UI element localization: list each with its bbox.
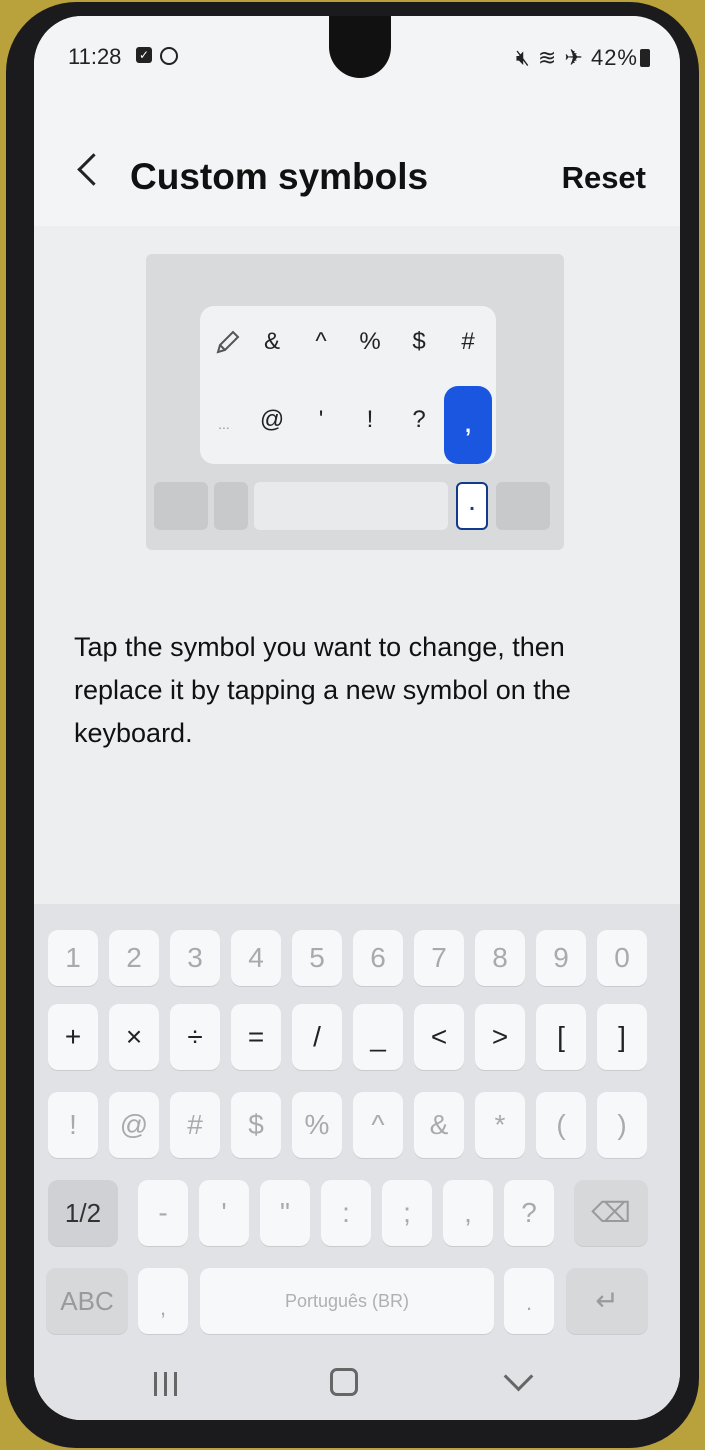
nav-back-icon[interactable] <box>503 1361 534 1392</box>
popup-symbol[interactable]: $ <box>399 322 439 362</box>
symbol-key[interactable]: ] <box>597 1004 647 1070</box>
symbol-key[interactable]: 9 <box>536 930 586 986</box>
page-title: Custom symbols <box>130 156 429 197</box>
home-icon[interactable] <box>330 1368 358 1396</box>
status-time: 11:28 <box>68 44 122 69</box>
mini-key <box>496 482 550 530</box>
backspace-key[interactable]: ⌫ <box>574 1180 648 1246</box>
symbol-key[interactable]: 7 <box>414 930 464 986</box>
enter-icon: ↵ <box>595 1285 619 1316</box>
abc-key[interactable]: ABC <box>46 1268 128 1334</box>
symbol-key[interactable]: - <box>138 1180 188 1246</box>
symbol-key[interactable]: $ <box>231 1092 281 1158</box>
popup-symbol[interactable]: ' <box>301 400 341 440</box>
symbol-key[interactable]: ' <box>199 1180 249 1246</box>
sync-icon <box>160 47 178 65</box>
symbol-key[interactable]: ! <box>48 1092 98 1158</box>
status-right: 🔇︎ ≋ ✈ 42% <box>516 45 650 71</box>
camera-notch <box>329 16 391 78</box>
instruction-text: Tap the symbol you want to change, then … <box>74 632 571 748</box>
space-key[interactable]: Português (BR) <box>200 1268 494 1334</box>
screen: 11:28 ✓ 🔇︎ ≋ ✈ 42% Custom symbols Reset <box>34 16 680 1420</box>
symbol-key[interactable]: 8 <box>475 930 525 986</box>
symbol-key[interactable]: * <box>475 1092 525 1158</box>
backspace-icon: ⌫ <box>591 1197 631 1228</box>
symbol-key[interactable]: / <box>292 1004 342 1070</box>
popup-symbol[interactable]: ! <box>350 400 390 440</box>
popup-symbol[interactable]: ? <box>399 400 439 440</box>
notification-icon: ✓ <box>136 47 152 63</box>
back-icon[interactable] <box>77 153 110 186</box>
app-header: Custom symbols Reset <box>34 96 680 226</box>
enter-key[interactable]: ↵ <box>566 1268 648 1334</box>
popup-symbol[interactable]: # <box>448 322 488 362</box>
symbol-key[interactable]: ? <box>504 1180 554 1246</box>
symbol-key[interactable]: @ <box>109 1092 159 1158</box>
reset-button[interactable]: Reset <box>562 160 646 196</box>
symbol-key[interactable]: # <box>170 1092 220 1158</box>
symbol-key[interactable]: 1 <box>48 930 98 986</box>
symbol-key[interactable]: 2 <box>109 930 159 986</box>
symbol-key[interactable]: ) <box>597 1092 647 1158</box>
content-area: & ^ % $ # ... @ ' ! ? , . Tap the symbol… <box>34 226 680 916</box>
popup-symbol[interactable]: @ <box>252 400 292 440</box>
wifi-icon: ≋ <box>537 45 558 70</box>
symbol-key[interactable]: 3 <box>170 930 220 986</box>
symbol-key[interactable]: _ <box>353 1004 403 1070</box>
popup-symbol[interactable]: % <box>350 322 390 362</box>
page-toggle-key[interactable]: 1/2 <box>48 1180 118 1246</box>
navigation-bar <box>34 1348 680 1420</box>
selected-symbol[interactable]: , <box>444 386 492 464</box>
symbol-key[interactable]: ÷ <box>170 1004 220 1070</box>
symbol-keyboard: 1 2 3 4 5 6 7 8 9 0 + × ÷ = / _ < >[]! @ # $% ^ & *() - ' ":;,? 1/… <box>34 904 680 1420</box>
symbol-key[interactable]: ^ <box>353 1092 403 1158</box>
mute-icon: 🔇︎ <box>515 45 531 70</box>
recents-icon[interactable] <box>154 1372 180 1396</box>
symbol-key[interactable]: % <box>292 1092 342 1158</box>
airplane-icon: ✈ <box>564 45 584 70</box>
symbol-key[interactable]: ( <box>536 1092 586 1158</box>
mini-key <box>154 482 208 530</box>
symbol-popup: & ^ % $ # ... @ ' ! ? , <box>200 306 496 464</box>
symbol-key[interactable]: ; <box>382 1180 432 1246</box>
symbol-key[interactable]: " <box>260 1180 310 1246</box>
popup-symbol[interactable]: & <box>252 322 292 362</box>
comma-key[interactable]: , <box>138 1268 188 1334</box>
popup-symbol[interactable]: ^ <box>301 322 341 362</box>
battery-percent: 42% <box>590 45 638 70</box>
symbol-key[interactable]: 5 <box>292 930 342 986</box>
symbol-key[interactable]: < <box>414 1004 464 1070</box>
symbol-key[interactable]: 6 <box>353 930 403 986</box>
symbol-key[interactable]: × <box>109 1004 159 1070</box>
symbol-key[interactable]: > <box>475 1004 525 1070</box>
mini-period-key[interactable]: . <box>456 482 488 530</box>
popup-symbol[interactable]: ... <box>204 404 244 444</box>
symbol-key[interactable]: + <box>48 1004 98 1070</box>
symbol-key[interactable]: & <box>414 1092 464 1158</box>
mini-key <box>214 482 248 530</box>
period-key[interactable]: . <box>504 1268 554 1334</box>
phone-frame: 11:28 ✓ 🔇︎ ≋ ✈ 42% Custom symbols Reset <box>6 2 699 1448</box>
symbol-key[interactable]: 4 <box>231 930 281 986</box>
pencil-icon[interactable] <box>214 328 242 356</box>
symbol-key[interactable]: 0 <box>597 930 647 986</box>
mini-space-key <box>254 482 448 530</box>
battery-icon <box>640 49 650 67</box>
symbol-key[interactable]: = <box>231 1004 281 1070</box>
symbol-key[interactable]: : <box>321 1180 371 1246</box>
keyboard-preview: & ^ % $ # ... @ ' ! ? , . <box>146 254 564 550</box>
symbol-key[interactable]: [ <box>536 1004 586 1070</box>
symbol-key[interactable]: , <box>443 1180 493 1246</box>
